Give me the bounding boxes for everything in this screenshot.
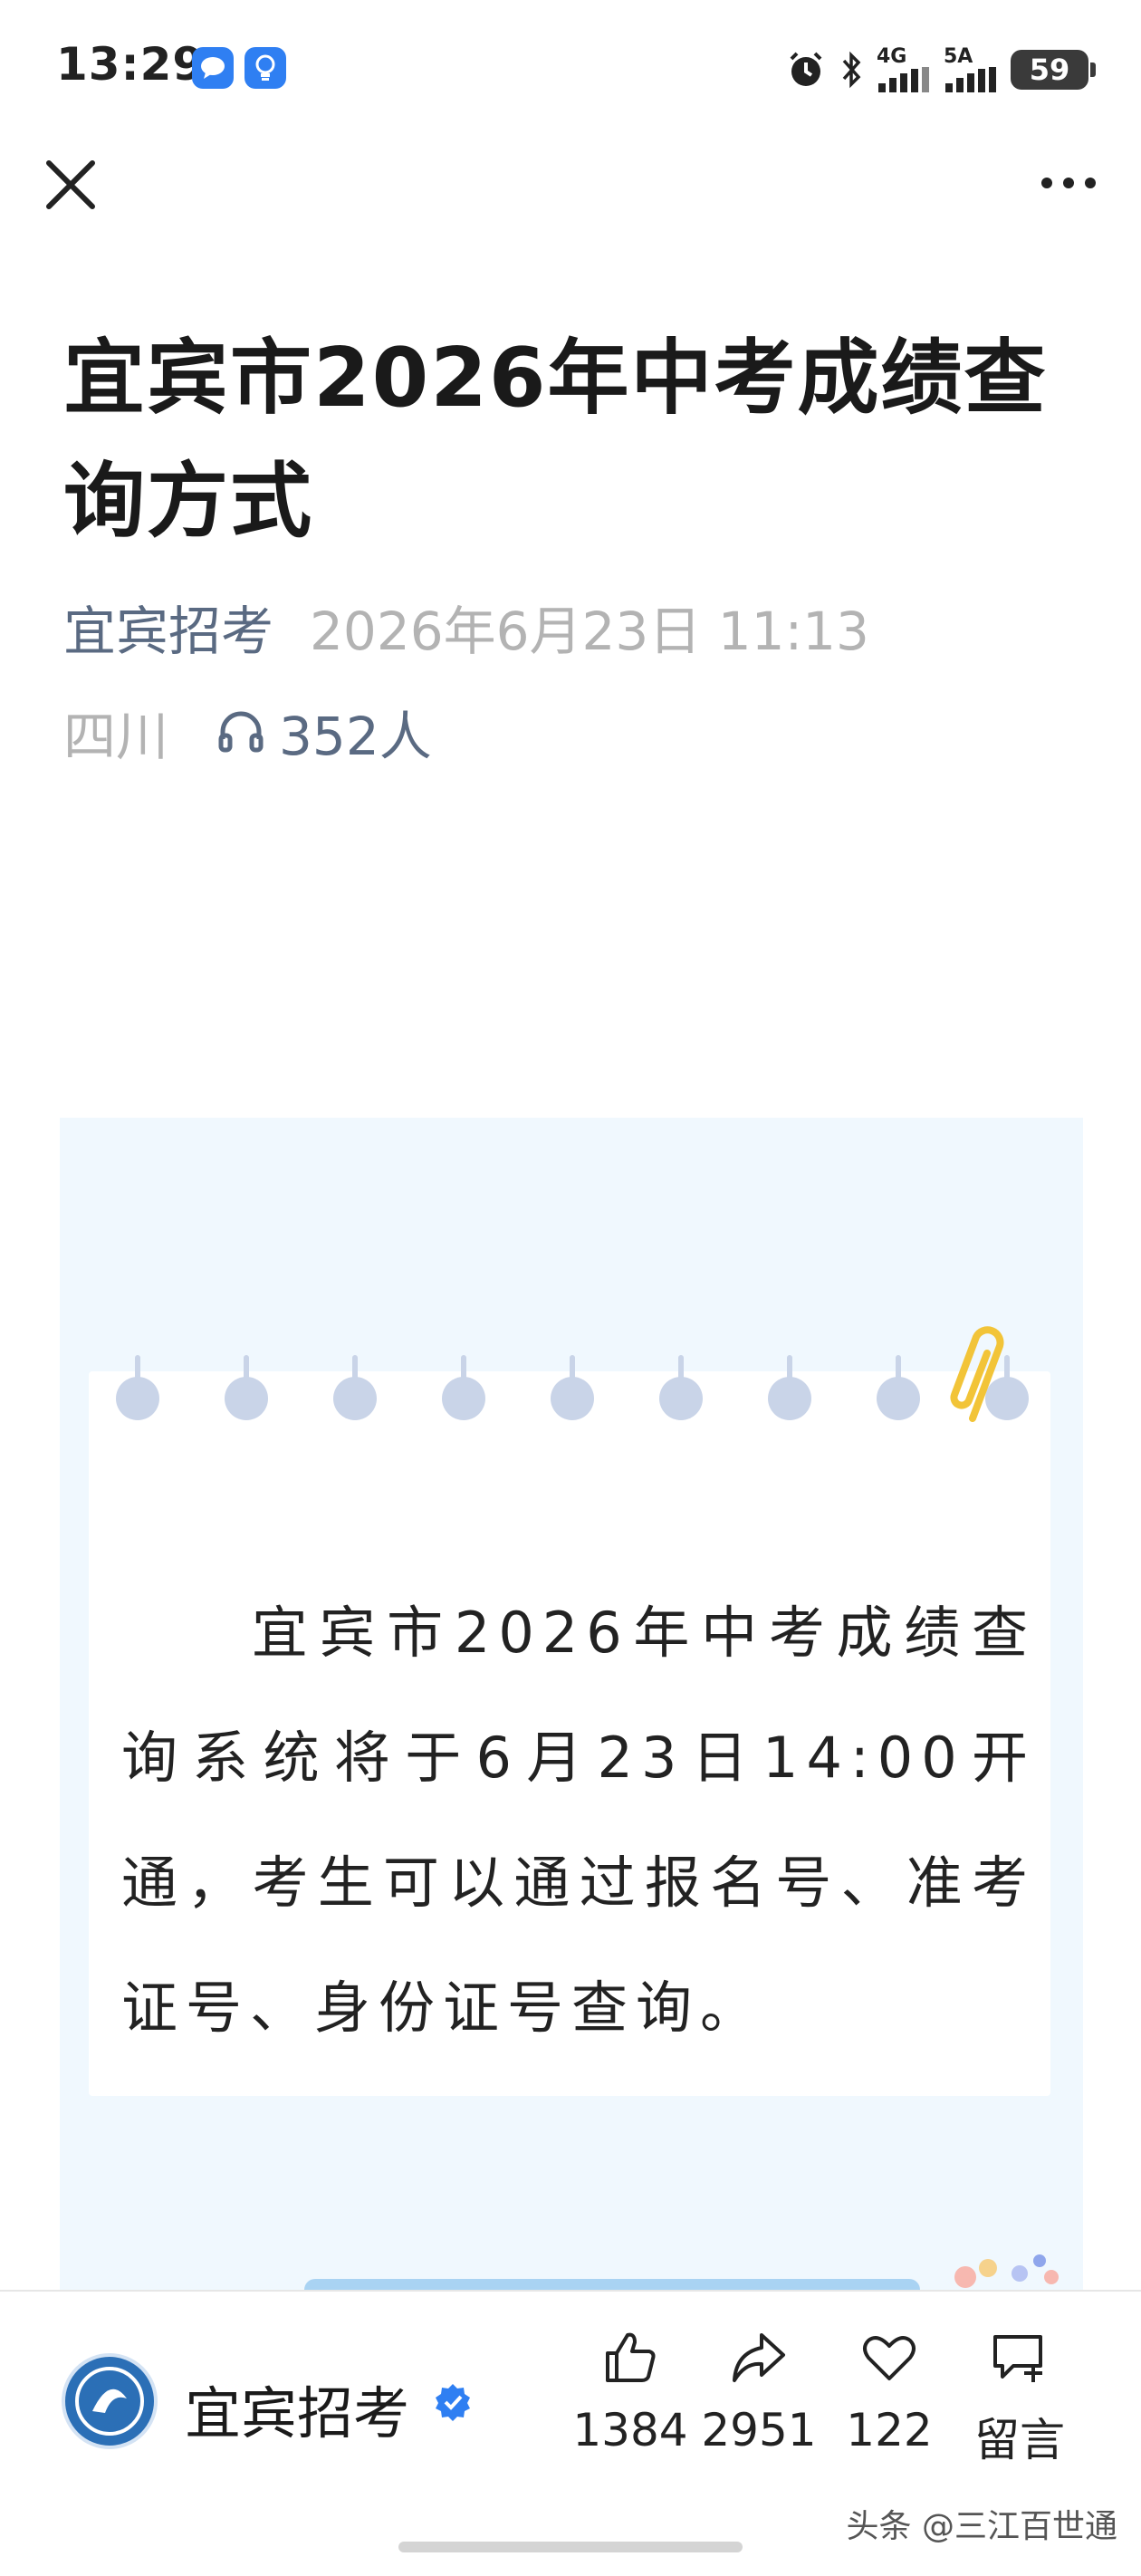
message-icon xyxy=(192,47,234,89)
article-date: 2026年6月23日 11:13 xyxy=(310,601,869,662)
account-avatar[interactable] xyxy=(62,2353,158,2449)
listener-count: 352人 xyxy=(279,706,432,767)
bluetooth-icon xyxy=(842,51,861,89)
verified-badge-icon xyxy=(436,2384,470,2421)
watermark: 头条 @三江百世通 xyxy=(846,2508,1117,2545)
binder-ring xyxy=(877,1355,920,1420)
card-body-text: 宜宾市2026年中考成绩查询系统将于6月23日14:00开通，考生可以通过报名号… xyxy=(121,1600,1036,2041)
like-count: 1384 xyxy=(572,2404,688,2456)
alarm-icon xyxy=(790,52,822,86)
signal-icon xyxy=(878,67,929,92)
network-type-2: 5A xyxy=(944,45,973,68)
comment-add-icon xyxy=(993,2335,1042,2382)
home-indicator[interactable] xyxy=(398,2542,743,2552)
heart-icon xyxy=(863,2336,916,2380)
bulb-icon xyxy=(244,47,286,89)
like-button[interactable]: 1384 xyxy=(572,2328,688,2456)
article-title: 宜宾市2026年中考成绩查询方式 xyxy=(63,331,1048,549)
binder-ring xyxy=(442,1355,485,1420)
binder-ring xyxy=(659,1355,703,1420)
share-button[interactable]: 2951 xyxy=(701,2328,817,2456)
favorite-button[interactable]: 122 xyxy=(835,2328,944,2456)
share-count: 2951 xyxy=(701,2404,817,2456)
share-icon xyxy=(733,2333,785,2382)
signal-icon xyxy=(945,67,996,92)
battery-indicator: 59 xyxy=(1011,50,1096,90)
flowers-decoration-icon xyxy=(954,2254,1059,2288)
article-image-card: 宜宾市2026年中考成绩查询系统将于6月23日14:00开通，考生可以通过报名号… xyxy=(60,1118,1083,2295)
article-region: 四川 xyxy=(63,706,169,767)
close-icon xyxy=(46,160,95,209)
binder-ring xyxy=(768,1355,811,1420)
binder-ring xyxy=(225,1355,268,1420)
close-button[interactable] xyxy=(38,152,103,217)
paperclip-icon xyxy=(950,1326,1004,1422)
status-bar: 13:29 4G 5A 59 xyxy=(0,0,1141,136)
comment-button[interactable]: 留言 xyxy=(965,2328,1074,2469)
binder-ring xyxy=(333,1355,377,1420)
binder-ring xyxy=(551,1355,594,1420)
bottom-action-bar: 宜宾招考 1384 2951 122 留言 头条 @三江百世通 xyxy=(0,2290,1141,2576)
thumbs-up-icon xyxy=(606,2332,656,2382)
network-type-1: 4G xyxy=(877,45,907,68)
account-name[interactable]: 宜宾招考 xyxy=(185,2368,409,2449)
listen-button[interactable]: 352人 xyxy=(216,694,432,770)
more-icon xyxy=(1041,178,1052,188)
headphones-icon xyxy=(218,711,264,753)
comment-label: 留言 xyxy=(974,2414,1065,2466)
status-time: 13:29 xyxy=(56,38,206,91)
binder-ring xyxy=(116,1355,159,1420)
article-meta: 宜宾招考 2026年6月23日 11:13 xyxy=(63,591,869,663)
article-author[interactable]: 宜宾招考 xyxy=(63,589,273,665)
favorite-count: 122 xyxy=(846,2404,933,2456)
article-meta-secondary: 四川 352人 xyxy=(63,696,432,768)
more-button[interactable] xyxy=(1032,161,1105,205)
